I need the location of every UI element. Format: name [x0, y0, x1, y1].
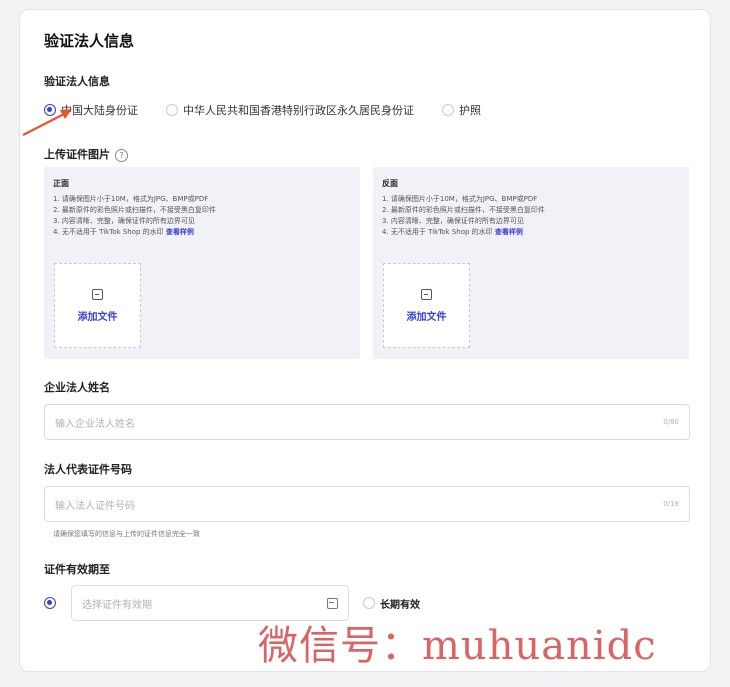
upload-front-title: 正面	[53, 179, 69, 188]
orange-arrow-icon	[22, 109, 72, 136]
radio-checked-icon[interactable]	[44, 597, 56, 609]
radio-option-hk-id[interactable]: 中华人民共和国香港特别行政区永久居民身份证	[166, 102, 414, 118]
legal-name-input[interactable]: 输入企业法人姓名 0/80	[44, 404, 690, 440]
section-title: 验证法人信息	[44, 32, 135, 50]
radio-unchecked-icon	[363, 597, 375, 609]
char-counter: 0/18	[663, 500, 679, 508]
requirement-text: 4. 无不适用于 TikTok Shop 的水印 查看样例	[382, 228, 523, 236]
requirement-text: 3. 内容清晰、完整，确保证件的所有边界可见	[382, 217, 524, 225]
requirement-text: 4. 无不适用于 TikTok Shop 的水印 查看样例	[53, 228, 194, 236]
watermark-text: 微信号：muhuanidc	[258, 623, 657, 669]
input-placeholder: 输入企业法人姓名	[55, 418, 135, 430]
radio-option-passport[interactable]: 护照	[442, 102, 481, 118]
upload-label: 上传证件图片?	[44, 146, 128, 162]
upload-back-title: 反面	[382, 179, 398, 188]
calendar-icon	[327, 597, 338, 609]
input-placeholder: 输入法人证件号码	[55, 500, 135, 512]
help-icon[interactable]: ?	[115, 148, 128, 162]
requirement-text: 1. 请确保图片小于10M，格式为JPG、BMP或PDF	[382, 195, 538, 203]
add-file-front-button[interactable]: 添加文件	[54, 263, 141, 348]
long-term-label: 长期有效	[380, 599, 420, 611]
upload-back-panel: 反面 1. 请确保图片小于10M，格式为JPG、BMP或PDF 2. 最新原件的…	[373, 167, 689, 359]
view-sample-link[interactable]: 查看样例	[495, 228, 523, 236]
requirement-text: 2. 最新原件的彩色照片或扫描件，不接受黑白复印件	[53, 206, 216, 214]
validity-label: 证件有效期至	[44, 563, 110, 576]
radio-unchecked-icon	[166, 104, 178, 116]
id-number-input[interactable]: 输入法人证件号码 0/18	[44, 486, 690, 522]
id-type-label: 验证法人信息	[44, 75, 110, 88]
radio-unchecked-icon	[442, 104, 454, 116]
add-file-back-button[interactable]: 添加文件	[383, 263, 470, 348]
radio-label: 护照	[459, 104, 481, 117]
char-counter: 0/80	[663, 418, 679, 426]
long-term-option[interactable]: 长期有效	[363, 596, 420, 611]
id-number-hint: 请确保您填写的信息与上传的证件信息完全一致	[53, 530, 200, 538]
requirement-text: 3. 内容清晰、完整，确保证件的所有边界可见	[53, 217, 195, 225]
id-type-radio-group: 中国大陆身份证 中华人民共和国香港特别行政区永久居民身份证 护照	[44, 102, 481, 118]
upload-front-panel: 正面 1. 请确保图片小于10M，格式为JPG、BMP或PDF 2. 最新原件的…	[44, 167, 360, 359]
radio-label: 中华人民共和国香港特别行政区永久居民身份证	[183, 104, 414, 117]
view-sample-link[interactable]: 查看样例	[166, 228, 194, 236]
image-file-icon	[421, 288, 432, 300]
requirement-text: 2. 最新原件的彩色照片或扫描件，不接受黑白复印件	[382, 206, 545, 214]
date-placeholder: 选择证件有效期	[82, 599, 152, 611]
id-number-label: 法人代表证件号码	[44, 463, 132, 476]
requirement-text: 1. 请确保图片小于10M，格式为JPG、BMP或PDF	[53, 195, 209, 203]
legal-name-label: 企业法人姓名	[44, 381, 110, 394]
add-file-label: 添加文件	[406, 311, 447, 323]
image-file-icon	[92, 288, 103, 300]
add-file-label: 添加文件	[77, 311, 118, 323]
